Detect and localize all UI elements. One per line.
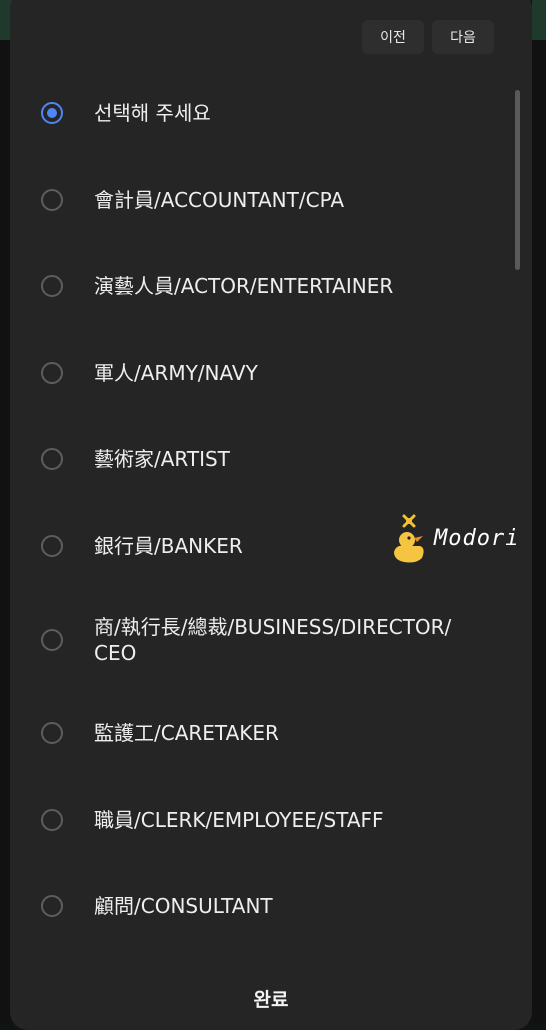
option-item-consultant[interactable]: 顧問/CONSULTANT <box>10 863 532 950</box>
nav-buttons: 이전 다음 <box>362 20 494 54</box>
option-item-placeholder[interactable]: 선택해 주세요 <box>10 70 532 157</box>
option-item-accountant[interactable]: 會計員/ACCOUNTANT/CPA <box>10 157 532 244</box>
watermark-text: Modori <box>434 525 520 551</box>
radio-button[interactable] <box>41 275 63 298</box>
option-item-business[interactable]: 商/執行長/總裁/BUSINESS/DIRECTOR/ CEO <box>10 589 532 690</box>
option-label: 선택해 주세요 <box>94 101 211 126</box>
radio-button[interactable] <box>41 808 63 831</box>
option-label: 商/執行長/總裁/BUSINESS/DIRECTOR/ CEO <box>94 614 452 665</box>
option-label: 藝術家/ARTIST <box>94 447 230 472</box>
radio-button[interactable] <box>41 188 63 211</box>
background-edge-right <box>532 0 546 40</box>
next-button[interactable]: 다음 <box>432 20 494 54</box>
radio-button[interactable] <box>41 628 63 651</box>
radio-button[interactable] <box>41 448 63 471</box>
option-label: 銀行員/BANKER <box>94 533 243 558</box>
radio-button-checked[interactable] <box>41 102 63 125</box>
option-item-artist[interactable]: 藝術家/ARTIST <box>10 416 532 503</box>
radio-button[interactable] <box>41 722 63 745</box>
option-label: 會計員/ACCOUNTANT/CPA <box>94 187 345 212</box>
option-label: 監護工/CARETAKER <box>94 721 279 746</box>
option-label: 演藝人員/ACTOR/ENTERTAINER <box>94 274 394 299</box>
radio-button[interactable] <box>41 534 63 557</box>
duck-logo-icon <box>394 514 424 563</box>
option-label: 職員/CLERK/EMPLOYEE/STAFF <box>94 807 384 832</box>
option-item-actor[interactable]: 演藝人員/ACTOR/ENTERTAINER <box>10 243 532 330</box>
option-label: 軍人/ARMY/NAVY <box>94 360 258 385</box>
done-button[interactable]: 완료 <box>10 985 532 1012</box>
option-item-clerk[interactable]: 職員/CLERK/EMPLOYEE/STAFF <box>10 777 532 864</box>
option-item-caretaker[interactable]: 監護工/CARETAKER <box>10 690 532 777</box>
radio-button[interactable] <box>41 895 63 918</box>
option-label: 顧問/CONSULTANT <box>94 894 273 919</box>
watermark: Modori <box>390 512 519 564</box>
radio-button[interactable] <box>41 361 63 384</box>
option-item-army[interactable]: 軍人/ARMY/NAVY <box>10 330 532 417</box>
option-list: 선택해 주세요 會計員/ACCOUNTANT/CPA 演藝人員/ACTOR/EN… <box>10 70 532 950</box>
prev-button[interactable]: 이전 <box>362 20 424 54</box>
